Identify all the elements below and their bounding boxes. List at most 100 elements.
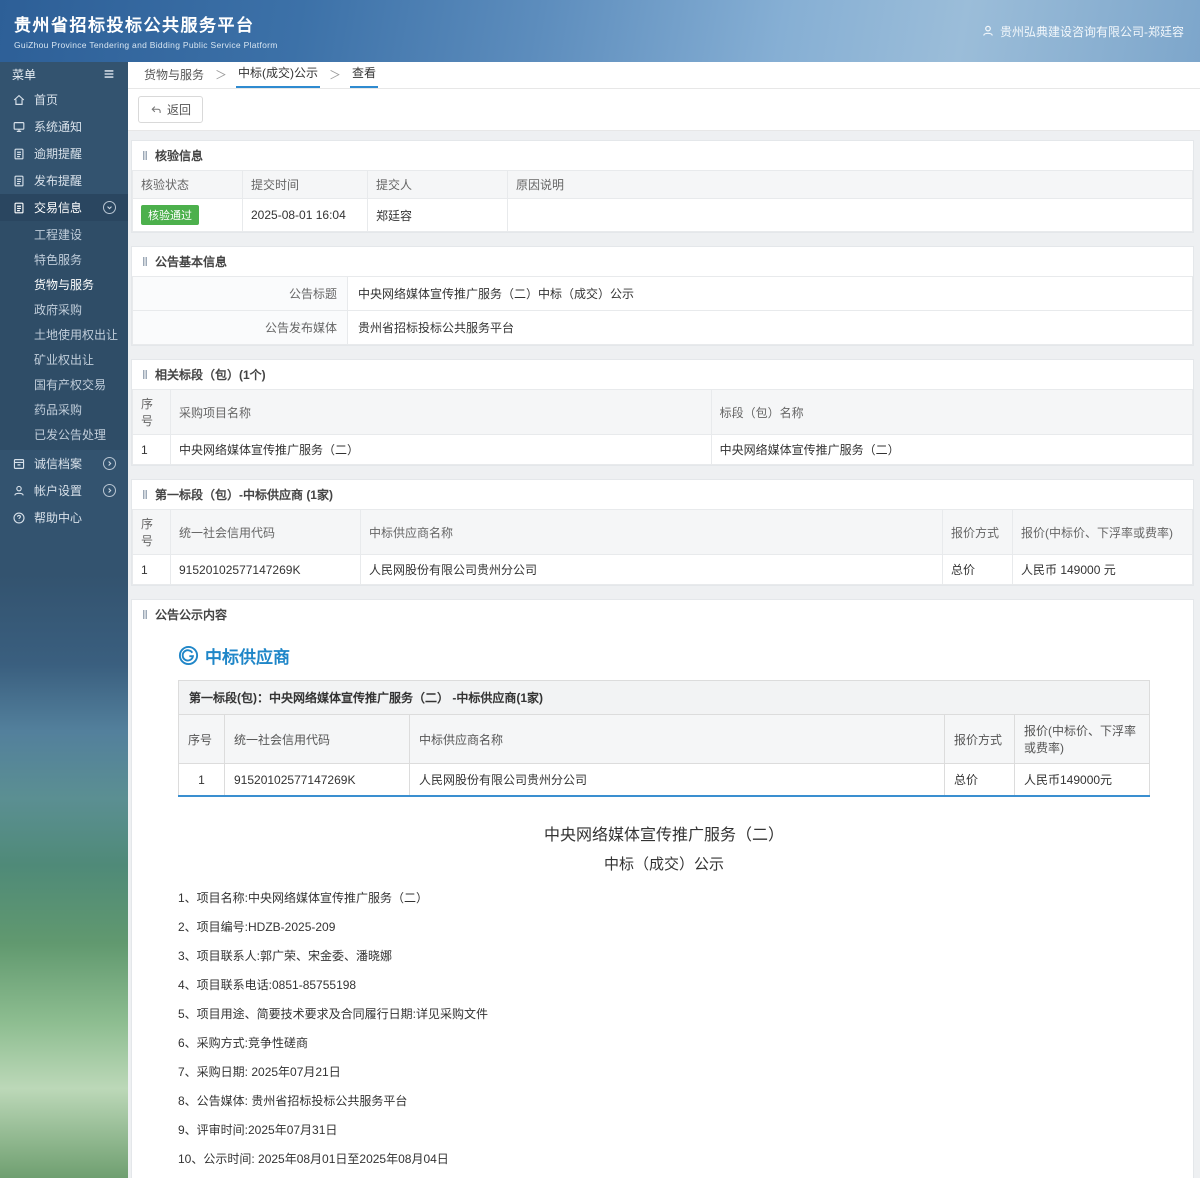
sidebar-item-label: 逾期提醒 (34, 147, 83, 161)
section-title: ‖ 公告基本信息 (132, 247, 1193, 276)
credit-code-cell: 91520102577147269K (170, 554, 361, 585)
sidebar-item-home[interactable]: 首页 (0, 86, 128, 113)
col-header: 核验状态 (132, 170, 243, 199)
hamburger-icon[interactable] (102, 67, 116, 81)
table-row: 核验通过 2025-08-01 16:04 郑廷容 (132, 198, 1193, 232)
doc-paragraph: 6、采购方式:竞争性磋商 (178, 1036, 309, 1050)
col-header: 序号 (132, 389, 171, 435)
col-header: 报价方式 (944, 714, 1015, 764)
chevron-right-icon (103, 457, 116, 470)
section-title: ‖ 相关标段（包）(1个) (132, 360, 1193, 389)
field-label: 公告发布媒体 (132, 310, 348, 345)
sidebar-item-account-settings[interactable]: 帐户设置 (0, 477, 128, 504)
col-header: 标段（包）名称 (710, 389, 1194, 435)
panel-related-lots: ‖ 相关标段（包）(1个) 序号 采购项目名称 标段（包）名称 1 中央网络媒体… (131, 359, 1194, 466)
reason-cell (507, 198, 1193, 232)
doc-paragraph: 2、项目编号:HDZB-2025-209 (178, 920, 336, 934)
seq-cell: 1 (132, 434, 171, 465)
credit-code-cell: 91520102577147269K (224, 763, 410, 797)
sidebar-item-publish[interactable]: 发布提醒 (0, 167, 128, 194)
sidebar-subitem-medicine[interactable]: 药品采购 (0, 398, 128, 423)
panel-winning-supplier: ‖ 第一标段（包）-中标供应商 (1家) 序号 统一社会信用代码 中标供应商名称… (131, 479, 1194, 586)
document-subtitle: 中标（成交）公示 (603, 856, 724, 873)
winning-supplier-logo: 中标供应商 (178, 643, 1150, 668)
table-row: 1 91520102577147269K 人民网股份有限公司贵州分公司 总价 人… (178, 763, 1150, 797)
doc-paragraph: 4、项目联系电话:0851-85755198 (178, 978, 357, 992)
user-menu[interactable]: 贵州弘典建设咨询有限公司-郑廷容 (981, 23, 1184, 40)
col-header: 统一社会信用代码 (224, 714, 410, 764)
title-mark: ‖ (142, 367, 148, 382)
document-icon (12, 147, 26, 161)
breadcrumb-item-award-notice[interactable]: 中标(成交)公示 (236, 59, 321, 88)
panel-announcement-content: ‖ 公告公示内容 中标供应商 第一标段(包)：中央网络媒体宣传推广服务（二） -… (131, 599, 1194, 1178)
col-header: 原因说明 (507, 170, 1193, 199)
app-window: 贵州省招标投标公共服务平台 GuiZhou Province Tendering… (0, 0, 1200, 1178)
submitter-cell: 郑廷容 (367, 198, 508, 232)
sidebar-subitem-land-rights[interactable]: 土地使用权出让 (0, 323, 128, 348)
document-icon (12, 201, 26, 215)
col-header: 报价方式 (942, 509, 1013, 555)
back-arrow-icon (150, 104, 162, 116)
basic-info-table: 公告标题 中央网络媒体宣传推广服务（二）中标（成交）公示 公告发布媒体 贵州省招… (132, 276, 1193, 345)
field-value: 中央网络媒体宣传推广服务（二）中标（成交）公示 (347, 276, 1193, 311)
doc-paragraph: 3、项目联系人:郭广荣、宋金委、潘晓娜 (178, 949, 393, 963)
section-title-text: 公告基本信息 (154, 255, 227, 269)
field-value: 贵州省招标投标公共服务平台 (347, 310, 1193, 345)
sidebar-item-label: 首页 (34, 93, 59, 107)
platform-title: 贵州省招标投标公共服务平台 (14, 16, 255, 35)
document-icon (12, 174, 26, 188)
sidebar-item-help-center[interactable]: 帮助中心 (0, 504, 128, 531)
sidebar-item-label: 发布提醒 (34, 174, 83, 188)
sidebar-subitem-engineering[interactable]: 工程建设 (0, 223, 128, 248)
seq-cell: 1 (178, 763, 225, 797)
related-lots-table: 序号 采购项目名称 标段（包）名称 1 中央网络媒体宣传推广服务（二） 中央网络… (132, 389, 1194, 465)
col-header: 报价(中标价、下浮率或费率) (1014, 714, 1150, 764)
panel-verify-info: ‖ 核验信息 核验状态 提交时间 提交人 原因说明 核验通过 2025-08-0… (131, 140, 1194, 233)
sidebar-item-label: 系统通知 (34, 120, 83, 134)
emblem-icon (178, 645, 199, 666)
title-mark: ‖ (142, 148, 148, 163)
seq-cell: 1 (132, 554, 171, 585)
sidebar-subitem-mining-rights[interactable]: 矿业权出让 (0, 348, 128, 373)
doc-paragraph: 7、采购日期: 2025年07月21日 (178, 1065, 341, 1079)
section-title-text: 相关标段（包）(1个) (154, 368, 266, 382)
sidebar-item-overdue[interactable]: 逾期提醒 (0, 140, 128, 167)
quote-cell: 人民币 149000 元 (1012, 554, 1193, 585)
field-label: 公告标题 (132, 276, 348, 311)
project-name-cell: 中央网络媒体宣传推广服务（二） (170, 434, 712, 465)
sidebar-subitem-gov-procurement[interactable]: 政府采购 (0, 298, 128, 323)
section-title-text: 公告公示内容 (154, 608, 227, 622)
breadcrumb-separator: ＞ (215, 68, 228, 82)
platform-subtitle: GuiZhou Province Tendering and Bidding P… (14, 40, 278, 50)
page-scroll[interactable]: ‖ 核验信息 核验状态 提交时间 提交人 原因说明 核验通过 2025-08-0… (128, 131, 1200, 1178)
sidebar-item-trade-info[interactable]: 交易信息 (0, 194, 128, 221)
col-header: 中标供应商名称 (360, 509, 943, 555)
home-icon (12, 93, 26, 107)
col-header: 中标供应商名称 (409, 714, 945, 764)
status-badge: 核验通过 (141, 205, 199, 225)
verify-status-cell: 核验通过 (132, 198, 243, 232)
table-row: 公告发布媒体 贵州省招标投标公共服务平台 (132, 310, 1193, 345)
doc-paragraph: 5、项目用途、简要技术要求及合同履行日期:详见采购文件 (178, 1007, 489, 1021)
title-mark: ‖ (142, 254, 148, 269)
table-header-row: 序号 统一社会信用代码 中标供应商名称 报价方式 报价(中标价、下浮率或费率) (178, 714, 1150, 764)
sidebar-item-notifications[interactable]: 系统通知 (0, 113, 128, 140)
sidebar-subitem-published-notices[interactable]: 已发公告处理 (0, 423, 128, 448)
table-row: 公告标题 中央网络媒体宣传推广服务（二）中标（成交）公示 (132, 276, 1193, 311)
col-header: 统一社会信用代码 (170, 509, 361, 555)
back-button[interactable]: 返回 (138, 96, 204, 123)
table-header-row: 核验状态 提交时间 提交人 原因说明 (132, 170, 1193, 199)
sidebar-item-label: 帐户设置 (34, 484, 83, 498)
sidebar-subitem-special[interactable]: 特色服务 (0, 248, 128, 273)
col-header: 报价(中标价、下浮率或费率) (1012, 509, 1193, 555)
breadcrumb-item-goods-services[interactable]: 货物与服务 (142, 61, 206, 88)
breadcrumb-item-view[interactable]: 查看 (350, 59, 379, 88)
main-content: 货物与服务 ＞ 中标(成交)公示 ＞ 查看 返回 ‖ 核验信息 核验状态 提交时… (128, 62, 1200, 1178)
sidebar-item-credit-archive[interactable]: 诚信档案 (0, 450, 128, 477)
sidebar-subitem-goods-services[interactable]: 货物与服务 (0, 273, 128, 298)
table-header-row: 序号 采购项目名称 标段（包）名称 (132, 389, 1194, 435)
sidebar-subitem-state-property[interactable]: 国有产权交易 (0, 373, 128, 398)
help-icon (12, 511, 26, 525)
monitor-icon (12, 120, 26, 134)
col-header: 提交人 (367, 170, 508, 199)
